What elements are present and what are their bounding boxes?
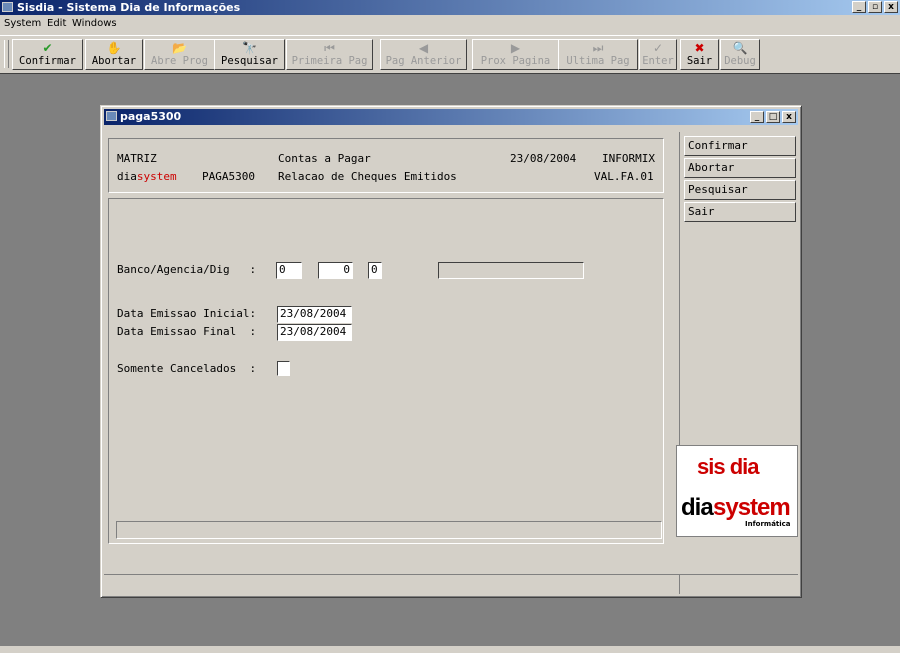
toolbar-pag-anterior-button[interactable]: ◀ Pag Anterior xyxy=(380,39,467,70)
brand-prefix: dia xyxy=(117,170,137,183)
close-button[interactable]: x xyxy=(884,1,898,13)
header-panel: MATRIZ Contas a Pagar 23/08/2004 INFORMI… xyxy=(108,138,664,193)
logo-sisdia: sis dia xyxy=(697,454,759,479)
status-field xyxy=(116,521,662,539)
banco-label: Banco/Agencia/Dig : xyxy=(117,263,257,276)
toolbar-button-label: Pag Anterior xyxy=(385,55,462,67)
app-icon xyxy=(2,2,13,12)
next-page-icon: ▶ xyxy=(510,41,521,55)
child-title: paga5300 xyxy=(120,110,182,123)
check-icon: ✔ xyxy=(42,41,53,55)
status-bar xyxy=(0,646,900,653)
toolbar-button-label: Ultima Pag xyxy=(566,55,630,67)
menu-system[interactable]: System xyxy=(4,18,41,29)
data-final-input[interactable]: 23/08/2004 xyxy=(277,324,352,341)
child-minimize-button[interactable]: _ xyxy=(750,111,764,123)
logo-system: system xyxy=(713,494,791,521)
toolbar-confirmar-button[interactable]: ✔ Confirmar xyxy=(12,39,83,70)
first-page-icon: ⏮ xyxy=(324,41,335,55)
banco-input[interactable]: 0 xyxy=(276,262,302,279)
toolbar: ✔ Confirmar ✋ Abortar 📂 Abre Prog 🔭 Pesquisar ⏮ P… xyxy=(0,35,900,72)
database-name: INFORMIX xyxy=(602,152,655,165)
toolbar-button-label: Primeira Pag xyxy=(291,55,368,67)
bottom-separator xyxy=(679,574,680,594)
toolbar-sair-button[interactable]: ✖ Sair xyxy=(680,39,719,70)
magnifier-icon: 🔍 xyxy=(732,41,748,55)
menu-windows[interactable]: Windows xyxy=(72,18,117,29)
toolbar-button-label: Debug xyxy=(724,55,756,67)
confirmar-button[interactable]: Confirmar xyxy=(684,136,796,156)
hand-icon: ✋ xyxy=(106,41,122,55)
toolbar-button-label: Confirmar xyxy=(19,55,76,67)
folder-open-icon: 📂 xyxy=(172,41,187,55)
logo-informatica: Informática xyxy=(745,520,791,528)
app-title: Sisdia - Sistema Dia de Informações xyxy=(17,1,241,14)
toolbar-primeira-pag-button[interactable]: ⏮ Primeira Pag xyxy=(286,39,373,70)
brand-label: diasystem xyxy=(117,170,177,183)
toolbar-button-label: Abortar xyxy=(91,55,137,67)
toolbar-button-label: Sair xyxy=(686,55,713,67)
toolbar-button-label: Enter xyxy=(642,55,674,67)
window-icon xyxy=(106,111,117,121)
prev-page-icon: ◀ xyxy=(418,41,429,55)
toolbar-ultima-pag-button[interactable]: ⏭ Ultima Pag xyxy=(558,39,638,70)
sair-button[interactable]: Sair xyxy=(684,202,796,222)
minimize-button[interactable]: _ xyxy=(852,1,866,13)
enter-icon: ✓ xyxy=(652,41,664,55)
last-page-icon: ⏭ xyxy=(592,41,604,55)
pesquisar-button[interactable]: Pesquisar xyxy=(684,180,796,200)
company-logo: sis dia dia system Informática xyxy=(676,445,798,537)
form-panel: Banco/Agencia/Dig : 0 0 0 Data Emissao I… xyxy=(108,198,664,544)
logo-dia: dia xyxy=(681,494,714,521)
toolbar-grip[interactable] xyxy=(4,40,9,68)
toolbar-enter-button[interactable]: ✓ Enter xyxy=(639,39,677,70)
banco-description xyxy=(438,262,584,279)
side-button-column: Confirmar Abortar Pesquisar Sair xyxy=(679,132,798,446)
toolbar-button-label: Abre Prog xyxy=(151,55,208,67)
toolbar-abortar-button[interactable]: ✋ Abortar xyxy=(85,39,143,70)
company-name: MATRIZ xyxy=(117,152,157,165)
toolbar-abre-prog-button[interactable]: 📂 Abre Prog xyxy=(144,39,215,70)
toolbar-button-label: Prox Pagina xyxy=(480,55,551,67)
menu-bar: System Edit Windows xyxy=(0,15,900,33)
program-code: PAGA5300 xyxy=(202,170,255,183)
toolbar-pesquisar-button[interactable]: 🔭 Pesquisar xyxy=(214,39,285,70)
brand-suffix: system xyxy=(136,170,177,183)
toolbar-prox-pagina-button[interactable]: ▶ Prox Pagina xyxy=(472,39,559,70)
bottom-divider xyxy=(104,574,798,575)
data-inicial-input[interactable]: 23/08/2004 xyxy=(277,306,352,323)
child-maximize-button[interactable]: □ xyxy=(766,111,780,123)
menu-edit[interactable]: Edit xyxy=(47,18,66,29)
maximize-button[interactable]: ▫ xyxy=(868,1,882,13)
current-date: 23/08/2004 xyxy=(510,152,577,165)
data-final-label: Data Emissao Final : xyxy=(117,325,257,338)
cancelados-label: Somente Cancelados : xyxy=(117,362,257,375)
digito-input[interactable]: 0 xyxy=(368,262,382,279)
data-inicial-label: Data Emissao Inicial: xyxy=(117,307,257,320)
child-close-button[interactable]: x xyxy=(782,111,796,123)
exit-icon: ✖ xyxy=(694,41,705,55)
cancelados-checkbox[interactable] xyxy=(277,361,290,376)
app-title-bar: Sisdia - Sistema Dia de Informações _ ▫ … xyxy=(0,0,900,15)
abortar-button[interactable]: Abortar xyxy=(684,158,796,178)
report-title: Relacao de Cheques Emitidos xyxy=(278,170,457,183)
toolbar-button-label: Pesquisar xyxy=(221,55,278,67)
child-title-bar[interactable]: paga5300 _ □ x xyxy=(104,109,798,125)
binoculars-icon: 🔭 xyxy=(242,41,257,55)
toolbar-debug-button[interactable]: 🔍 Debug xyxy=(720,39,760,70)
agencia-input[interactable]: 0 xyxy=(318,262,353,279)
version-code: VAL.FA.01 xyxy=(594,170,654,183)
child-window: paga5300 _ □ x MATRIZ Contas a Pagar 23/… xyxy=(100,105,802,598)
module-name: Contas a Pagar xyxy=(278,152,371,165)
